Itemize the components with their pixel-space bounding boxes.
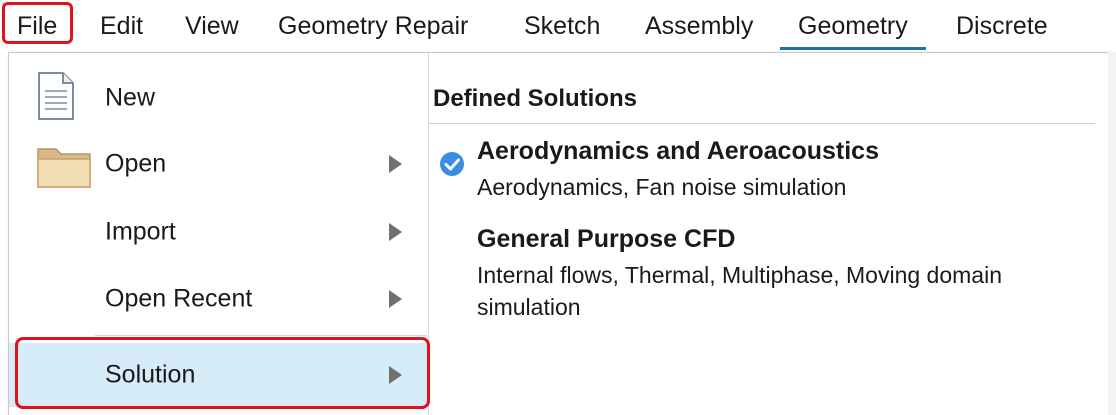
solution-description: Internal flows, Thermal, Multiphase, Mov…: [477, 262, 1002, 320]
menu-view[interactable]: View: [185, 10, 239, 42]
menu-sketch[interactable]: Sketch: [524, 10, 600, 42]
menu-bar: File Edit View Geometry Repair Sketch As…: [0, 0, 1116, 52]
menu-item-new[interactable]: New: [9, 67, 429, 129]
solution-highlight: [15, 337, 430, 409]
menu-geometry[interactable]: Geometry: [780, 10, 926, 50]
menu-item-import[interactable]: Import: [9, 201, 429, 263]
check-circle-icon: [440, 152, 464, 176]
menu-item-open-recent[interactable]: Open Recent: [9, 268, 429, 330]
menu-item-new-label: New: [105, 83, 156, 112]
file-menu-highlight: [2, 2, 73, 44]
menu-item-open-label: Open: [105, 149, 167, 178]
menu-item-open[interactable]: Open: [9, 133, 429, 195]
defined-solutions-heading: Defined Solutions: [433, 85, 637, 112]
solution-description: Aerodynamics, Fan noise simulation: [477, 174, 847, 200]
window-edge: [1108, 52, 1116, 415]
app-window: File Edit View Geometry Repair Sketch As…: [0, 0, 1116, 415]
menu-geometry-repair[interactable]: Geometry Repair: [278, 10, 468, 42]
submenu-arrow-icon: [389, 290, 402, 308]
document-icon: [38, 72, 74, 120]
folder-icon: [37, 148, 91, 188]
solution-title: Aerodynamics and Aeroacoustics: [477, 137, 879, 165]
solution-title: General Purpose CFD: [477, 225, 736, 253]
solution-entry-general-cfd[interactable]: General Purpose CFD Internal flows, Ther…: [429, 225, 1089, 325]
solution-entry-aerodynamics[interactable]: Aerodynamics and Aeroacoustics Aerodynam…: [429, 137, 1089, 207]
menu-divider: [95, 335, 427, 336]
solutions-submenu: Defined Solutions Aerodynamics and Aeroa…: [429, 53, 1113, 415]
submenu-arrow-icon: [389, 223, 402, 241]
menu-item-open-recent-label: Open Recent: [105, 284, 253, 313]
menu-assembly[interactable]: Assembly: [645, 10, 753, 42]
menu-discrete[interactable]: Discrete: [956, 10, 1048, 42]
menu-item-import-label: Import: [105, 217, 176, 246]
menu-edit[interactable]: Edit: [100, 10, 143, 42]
section-divider: [429, 123, 1095, 124]
submenu-arrow-icon: [389, 155, 402, 173]
